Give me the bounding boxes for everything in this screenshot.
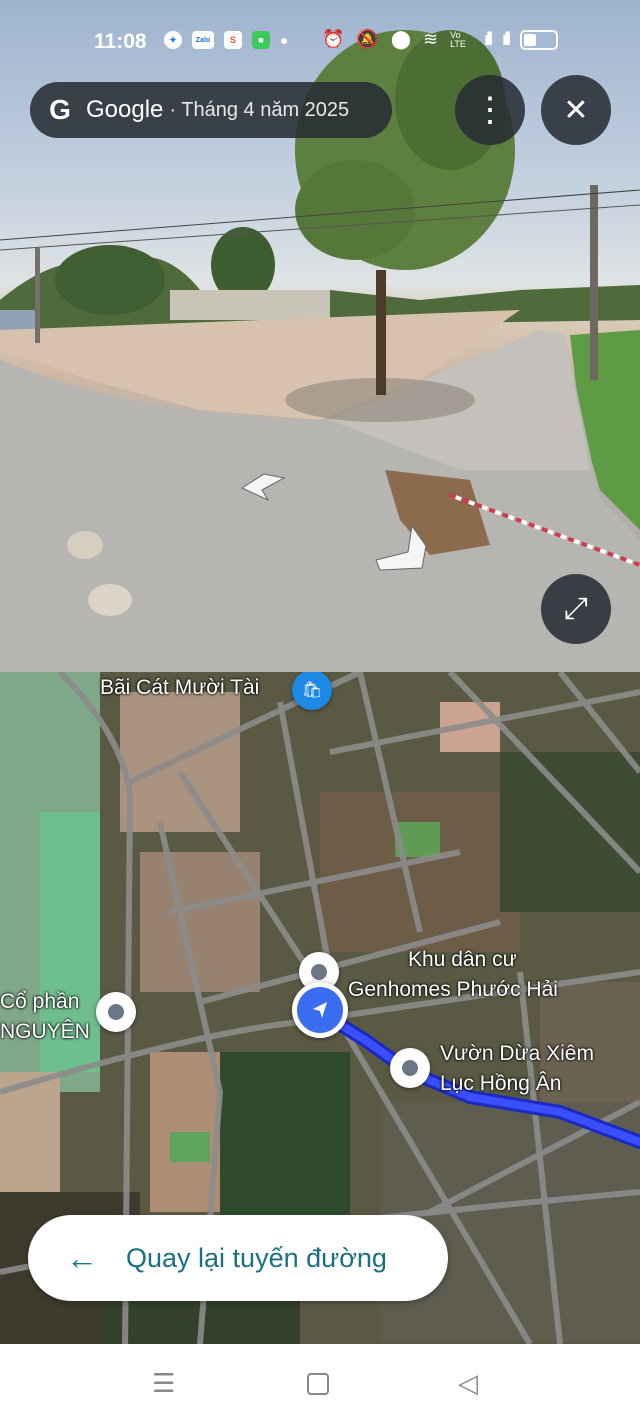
expand-icon: ⤢ (564, 592, 588, 625)
home-icon[interactable] (307, 1373, 329, 1395)
label-vuon-dua-xiem[interactable]: Vườn Dừa Xiêm (440, 1042, 594, 1066)
menu-icon[interactable]: ☰ (152, 1368, 175, 1399)
back-to-route-label: Quay lại tuyến đường (126, 1242, 387, 1273)
signal-icon-2: ıll (502, 29, 511, 49)
pin-dot-icon (311, 964, 327, 980)
close-button[interactable]: ✕ (541, 75, 611, 145)
wifi-icon: ≋ (423, 29, 439, 49)
nav-arrow-forward[interactable] (372, 520, 432, 572)
label-co-phan[interactable]: Cổ phần (0, 990, 79, 1014)
location-icon: ⬤ (390, 29, 411, 49)
shopee-icon: S (224, 31, 242, 49)
pin-dot-icon (108, 1004, 124, 1020)
status-bar: 11:08 ✦ Zalo S ■ ● ⏰ 🔕 ⬤ ≋ Vo LTE ıll ıl… (0, 0, 640, 84)
arrow-left-icon: ← (66, 1239, 98, 1276)
label-khu-dan-cu[interactable]: Khu dân cư (408, 948, 517, 972)
zalo-icon: Zalo (192, 31, 214, 49)
current-location-marker[interactable] (292, 982, 348, 1038)
system-nav-bar: ☰ ◁ (0, 1344, 640, 1423)
label-genhomes[interactable]: Genhomes Phước Hải (348, 978, 558, 1002)
provider-name: Google (86, 96, 164, 123)
pin-dot-icon (402, 1060, 418, 1076)
battery-icon (520, 29, 559, 50)
alarm-icon: ⏰ (322, 29, 345, 49)
chat-icon: ■ (252, 31, 270, 49)
nav-arrow-back[interactable] (238, 470, 288, 504)
label-bai-cat-muoi-tai[interactable]: Bãi Cát Mười Tài (100, 676, 259, 700)
dot-icon: ● (280, 32, 289, 48)
status-time: 11:08 (94, 30, 147, 53)
expand-button[interactable]: ⤢ (541, 574, 611, 644)
mute-icon: 🔕 (356, 29, 379, 49)
place-pin-co-phan[interactable] (96, 992, 136, 1032)
more-vert-icon: ⋮ (473, 91, 507, 129)
volte-label: Vo LTE (450, 29, 466, 49)
back-to-route-button[interactable]: ← Quay lại tuyến đường (28, 1215, 448, 1301)
capture-date: · Tháng 4 năm 2025 (169, 98, 350, 121)
place-pin-vuon-dua[interactable] (390, 1048, 430, 1088)
google-g-icon: G (49, 94, 71, 125)
streetview-header[interactable]: G Google · Tháng 4 năm 2025 (30, 82, 392, 138)
close-icon: ✕ (563, 93, 589, 127)
signal-icon-1: ıll (484, 29, 493, 49)
more-options-button[interactable]: ⋮ (455, 75, 525, 145)
shopping-bag-icon: 🛍 (301, 682, 323, 699)
label-luc-hong-an[interactable]: Lục Hồng Ân (440, 1072, 561, 1096)
label-nguyen[interactable]: NGUYÊN (0, 1020, 90, 1044)
messenger-icon: ✦ (164, 31, 182, 49)
navigation-arrow-icon (313, 1002, 327, 1018)
street-view-panel[interactable]: 11:08 ✦ Zalo S ■ ● ⏰ 🔕 ⬤ ≋ Vo LTE ıll ıl… (0, 0, 640, 672)
back-icon[interactable]: ◁ (458, 1368, 478, 1399)
